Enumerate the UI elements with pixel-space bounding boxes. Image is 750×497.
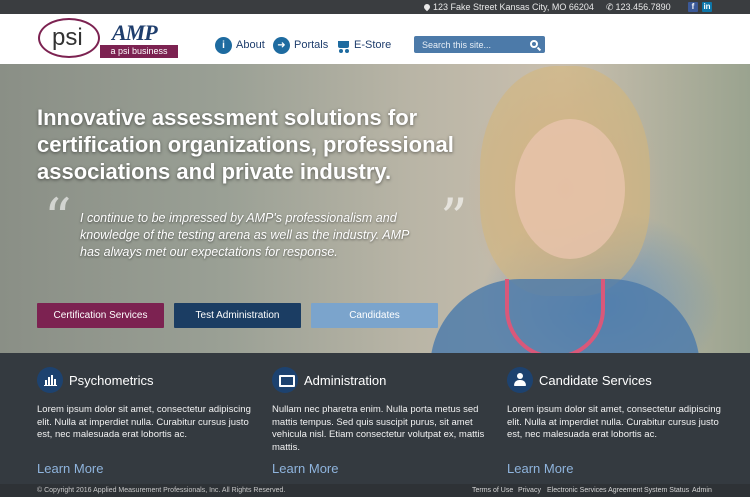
- footer-link-privacy[interactable]: Privacy: [518, 487, 541, 494]
- footer-link-system-status[interactable]: System Status: [644, 487, 689, 494]
- nav-about[interactable]: i About: [215, 36, 265, 54]
- nav-portals[interactable]: ➜ Portals: [273, 36, 328, 54]
- map-pin-icon: [422, 2, 432, 12]
- arrow-right-icon: ➜: [273, 36, 290, 54]
- amp-logo[interactable]: AMP: [112, 20, 158, 46]
- psi-logo-text: psi: [52, 24, 83, 51]
- search-icon[interactable]: [530, 40, 538, 48]
- certification-services-button[interactable]: Certification Services: [37, 303, 164, 328]
- footer-link-terms[interactable]: Terms of Use: [472, 487, 513, 494]
- copyright-text: © Copyright 2016 Applied Measurement Pro…: [37, 487, 286, 494]
- psi-logo[interactable]: psi: [38, 18, 100, 58]
- nav-about-label: About: [236, 39, 265, 51]
- learn-more-administration-link[interactable]: Learn More: [272, 461, 338, 476]
- bar-chart-icon: [37, 367, 63, 393]
- cart-icon: [335, 37, 352, 54]
- hero-banner: Innovative assessment solutions for cert…: [0, 64, 750, 353]
- search-box: [414, 36, 545, 53]
- hero-photo-stethoscope: [505, 279, 605, 353]
- learn-more-psychometrics-link[interactable]: Learn More: [37, 461, 103, 476]
- user-icon: [507, 367, 533, 393]
- feature-text: Lorem ipsum dolor sit amet, consectetur …: [37, 404, 251, 440]
- nav-estore[interactable]: E-Store: [335, 36, 391, 54]
- facebook-icon[interactable]: f: [688, 2, 698, 12]
- feature-title: Administration: [304, 372, 387, 388]
- phone-text[interactable]: ✆ 123.456.7890: [606, 2, 671, 13]
- candidates-button[interactable]: Candidates: [311, 303, 438, 328]
- linkedin-icon[interactable]: in: [702, 2, 712, 12]
- feature-text: Lorem ipsum dolor sit amet, consectetur …: [507, 404, 721, 440]
- address-label: 123 Fake Street Kansas City, MO 66204: [433, 2, 594, 12]
- top-utility-bar: 123 Fake Street Kansas City, MO 66204 ✆ 1…: [0, 0, 750, 14]
- feature-text: Nullam nec pharetra enim. Nulla porta me…: [272, 404, 485, 453]
- features-section: Psychometrics Lorem ipsum dolor sit amet…: [0, 353, 750, 484]
- testimonial-quote: I continue to be impressed by AMP's prof…: [80, 211, 409, 259]
- close-quote-icon: ”: [440, 187, 468, 250]
- site-footer: © Copyright 2016 Applied Measurement Pro…: [0, 484, 750, 497]
- address-text: 123 Fake Street Kansas City, MO 66204: [422, 2, 594, 12]
- nav-portals-label: Portals: [294, 39, 329, 51]
- learn-more-candidate-services-link[interactable]: Learn More: [507, 461, 573, 476]
- feature-title: Psychometrics: [69, 372, 154, 388]
- open-quote-icon: “: [44, 187, 72, 250]
- feature-title: Candidate Services: [539, 372, 652, 388]
- test-administration-button[interactable]: Test Administration: [174, 303, 301, 328]
- search-input[interactable]: [414, 36, 526, 53]
- feature-psychometrics: Psychometrics Lorem ipsum dolor sit amet…: [37, 367, 257, 442]
- feature-candidate-services: Candidate Services Lorem ipsum dolor sit…: [507, 367, 727, 442]
- info-icon: i: [215, 36, 232, 54]
- phone-label: 123.456.7890: [615, 2, 671, 12]
- feature-administration: Administration Nullam nec pharetra enim.…: [272, 367, 492, 454]
- monitor-icon: [272, 367, 298, 393]
- hero-photo-face: [515, 119, 625, 259]
- nav-estore-label: E-Store: [354, 39, 392, 51]
- logo-tagline: a psi business: [100, 45, 178, 58]
- phone-icon: ✆: [606, 2, 614, 12]
- footer-link-electronic-services[interactable]: Electronic Services Agreement: [547, 487, 642, 494]
- site-header: psi AMP a psi business i About ➜ Portals…: [0, 14, 750, 64]
- hero-headline: Innovative assessment solutions for cert…: [37, 105, 454, 184]
- footer-link-admin[interactable]: Admin: [692, 487, 712, 494]
